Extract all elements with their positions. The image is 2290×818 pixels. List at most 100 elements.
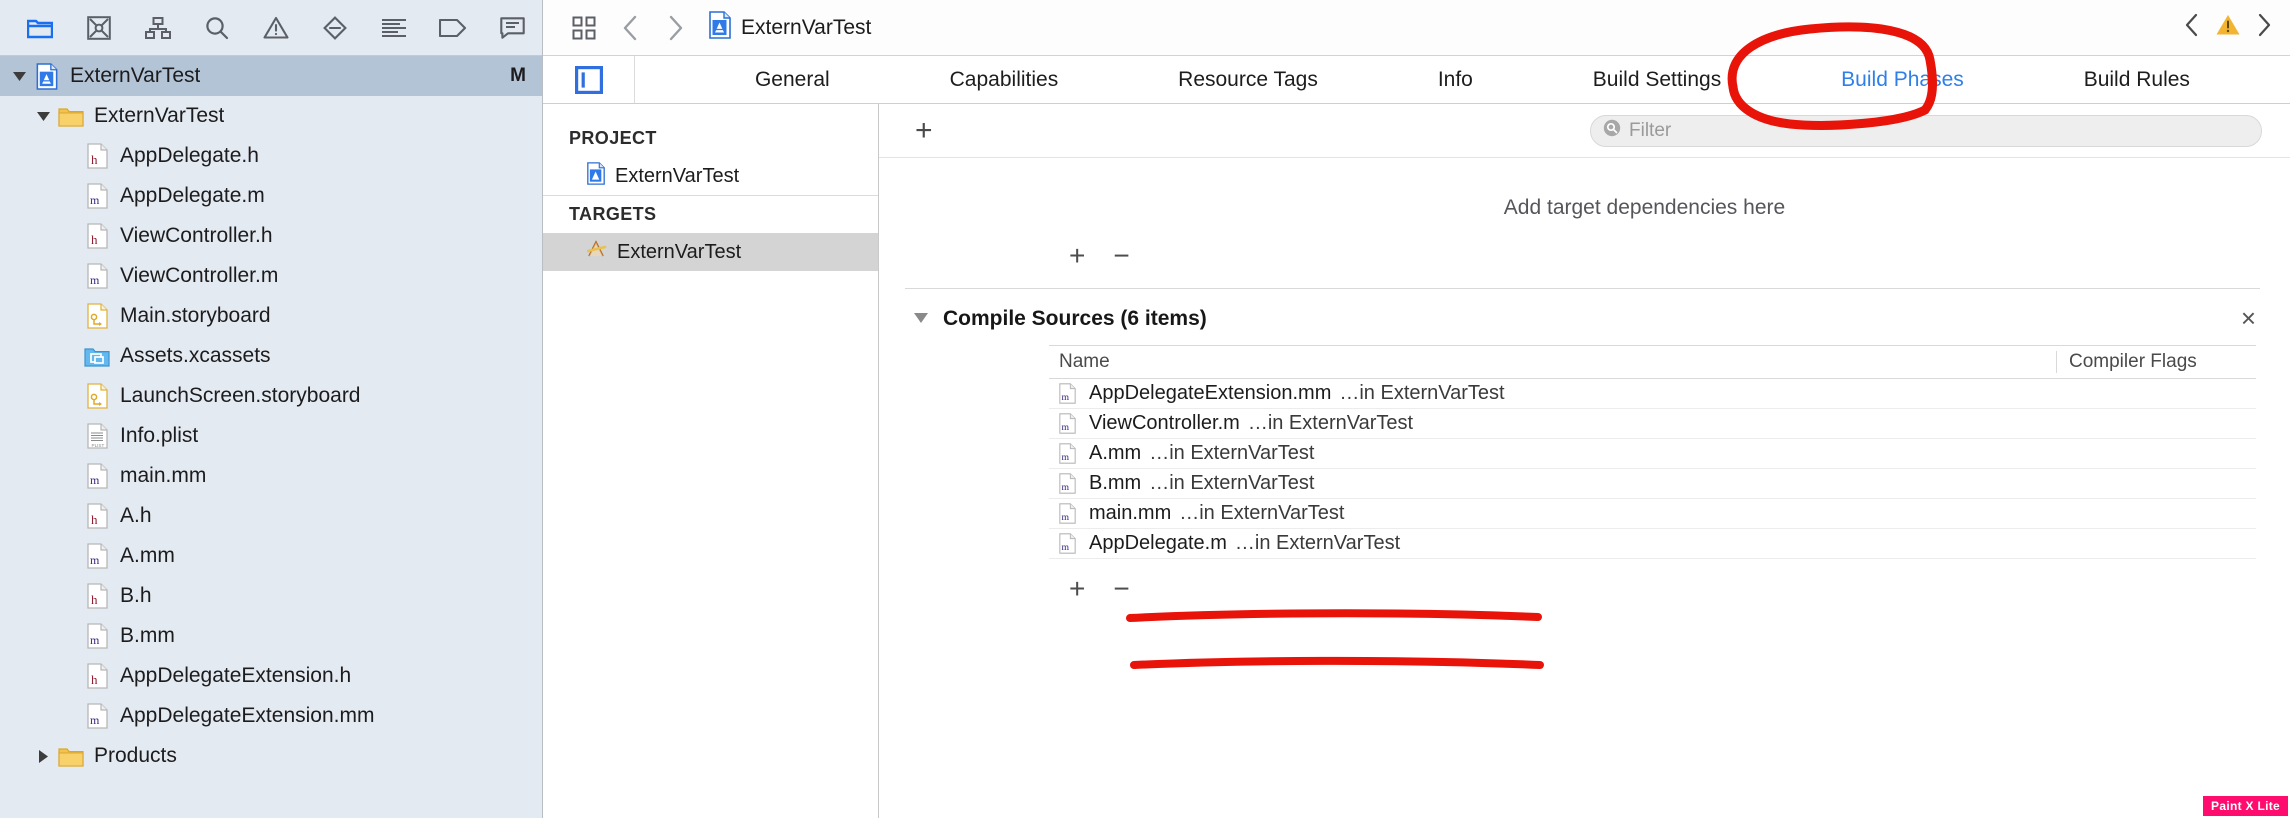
compile-source-row[interactable]: mAppDelegate.m…in ExternVarTest xyxy=(1049,529,2256,559)
navigator-toolbar xyxy=(0,0,542,56)
compile-sources-table-header: Name Compiler Flags xyxy=(1049,345,2256,379)
compile-source-name: B.mm xyxy=(1089,472,1141,495)
tree-row[interactable]: Assets.xcassets xyxy=(0,336,542,376)
compile-source-row[interactable]: mB.mm…in ExternVarTest xyxy=(1049,469,2256,499)
tree-row[interactable]: h AppDelegateExtension.h xyxy=(0,656,542,696)
tree-row[interactable]: PLISTInfo.plist xyxy=(0,416,542,456)
warning-triangle-icon[interactable] xyxy=(246,5,305,51)
project-item-externvartest[interactable]: ExternVarTest xyxy=(543,157,878,195)
compile-source-row[interactable]: mAppDelegateExtension.mm…in ExternVarTes… xyxy=(1049,379,2256,409)
tree-row[interactable]: m B.mm xyxy=(0,616,542,656)
close-phase-icon[interactable]: × xyxy=(2241,303,2256,334)
tree-row[interactable]: mA.mm xyxy=(0,536,542,576)
tab-general[interactable]: General xyxy=(755,68,830,92)
compile-sources-header[interactable]: Compile Sources (6 items) × xyxy=(879,289,2290,345)
report-message-icon[interactable] xyxy=(483,5,542,51)
svg-text:h: h xyxy=(91,592,98,607)
tab-build-phases[interactable]: Build Phases xyxy=(1841,68,1964,92)
filter-input[interactable]: Filter xyxy=(1590,115,2262,147)
tree-row[interactable]: mAppDelegate.m xyxy=(0,176,542,216)
symbol-hierarchy-icon[interactable] xyxy=(128,5,187,51)
disclosure-triangle-closed-icon[interactable] xyxy=(30,749,56,764)
compile-source-name: AppDelegate.m xyxy=(1089,532,1227,555)
svg-text:m: m xyxy=(1061,512,1069,523)
tree-row[interactable]: hAppDelegate.h xyxy=(0,136,542,176)
add-build-phase-button[interactable]: + xyxy=(907,116,941,146)
objc-file-icon: m xyxy=(1059,383,1081,404)
tab-capabilities[interactable]: Capabilities xyxy=(950,68,1059,92)
search-icon[interactable] xyxy=(187,5,246,51)
debug-list-icon[interactable] xyxy=(365,5,424,51)
tab-info[interactable]: Info xyxy=(1438,68,1473,92)
folder-yellow-icon xyxy=(56,106,86,127)
svg-text:h: h xyxy=(91,672,98,687)
tab-build-settings[interactable]: Build Settings xyxy=(1593,68,1721,92)
project-editor-icon[interactable] xyxy=(543,56,635,103)
objc-file-icon: m xyxy=(82,543,112,569)
remove-dependency-button[interactable]: − xyxy=(1113,242,1129,270)
svg-text:m: m xyxy=(1061,452,1069,463)
compile-source-row[interactable]: mViewController.m…in ExternVarTest xyxy=(1049,409,2256,439)
compile-source-row[interactable]: mmain.mm…in ExternVarTest xyxy=(1049,499,2256,529)
add-dependency-button[interactable]: + xyxy=(1069,242,1085,270)
back-button[interactable] xyxy=(607,7,653,49)
editor-top-bar: ExternVarTest xyxy=(543,0,2290,56)
chevron-left-icon[interactable] xyxy=(2184,13,2199,42)
tree-row[interactable]: hA.h xyxy=(0,496,542,536)
tree-row-label: B.mm xyxy=(120,624,175,648)
header-file-icon: h xyxy=(82,663,112,689)
objc-file-icon: m xyxy=(82,263,112,289)
tree-row[interactable]: hViewController.h xyxy=(0,216,542,256)
disclosure-triangle-open-icon[interactable] xyxy=(6,70,32,83)
tree-row[interactable]: LaunchScreen.storyboard xyxy=(0,376,542,416)
tab-build-rules[interactable]: Build Rules xyxy=(2084,68,2190,92)
tree-row-label: AppDelegateExtension.h xyxy=(120,664,351,688)
disclosure-triangle-icon[interactable] xyxy=(913,307,929,331)
objc-file-icon: m xyxy=(1059,503,1081,524)
source-control-icon[interactable] xyxy=(69,5,128,51)
tree-row[interactable]: mAppDelegateExtension.mm xyxy=(0,696,542,736)
warning-triangle-icon[interactable] xyxy=(2215,13,2241,42)
chevron-right-icon[interactable] xyxy=(2257,13,2272,42)
assets-catalog-icon xyxy=(82,346,112,367)
tree-row[interactable]: mmain.mm xyxy=(0,456,542,496)
objc-file-icon: m xyxy=(87,623,108,649)
compile-source-name: A.mm xyxy=(1089,442,1141,465)
tree-row[interactable]: ExternVarTestM xyxy=(0,56,542,96)
tree-row[interactable]: Products xyxy=(0,736,542,776)
editor-area: ExternVarTest General Capabilities Resourc… xyxy=(543,0,2290,818)
test-diamond-icon[interactable] xyxy=(306,5,365,51)
objc-file-icon: m xyxy=(82,623,112,649)
header-file-icon: h xyxy=(87,503,108,529)
tree-row[interactable]: Main.storyboard xyxy=(0,296,542,336)
editor-tabs[interactable]: General Capabilities Resource Tags Info Buil… xyxy=(635,68,2290,92)
assets-catalog-icon xyxy=(84,346,110,367)
tree-row[interactable]: ExternVarTest xyxy=(0,96,542,136)
breadcrumb[interactable]: ExternVarTest xyxy=(709,11,871,45)
tree-row[interactable]: hB.h xyxy=(0,576,542,616)
header-file-icon: h xyxy=(82,503,112,529)
header-file-icon: h xyxy=(82,143,112,169)
objc-file-icon: m xyxy=(82,703,112,729)
project-file-tree[interactable]: ExternVarTestMExternVarTesthAppDelegate.… xyxy=(0,56,542,818)
folder-icon[interactable] xyxy=(10,5,69,51)
tree-row-label: ViewController.m xyxy=(120,264,278,288)
tree-row[interactable]: m ViewController.m xyxy=(0,256,542,296)
compile-source-row[interactable]: mA.mm…in ExternVarTest xyxy=(1049,439,2256,469)
storyboard-file-icon xyxy=(87,383,108,409)
filter-magnifier-icon xyxy=(1603,119,1621,143)
compile-source-location: …in ExternVarTest xyxy=(1149,472,1314,495)
target-item-externvartest[interactable]: ExternVarTest xyxy=(543,233,878,271)
xcode-window: ExternVarTestMExternVarTesthAppDelegate.… xyxy=(0,0,2290,818)
disclosure-triangle-open-icon[interactable] xyxy=(30,110,56,123)
grid-squares-icon[interactable] xyxy=(561,7,607,49)
project-navigator-pane: ExternVarTestMExternVarTesthAppDelegate.… xyxy=(0,0,543,818)
header-file-icon: h xyxy=(87,663,108,689)
remove-source-button[interactable]: − xyxy=(1113,575,1129,603)
add-source-button[interactable]: + xyxy=(1069,575,1085,603)
forward-button[interactable] xyxy=(653,7,699,49)
breakpoint-tag-icon[interactable] xyxy=(424,5,483,51)
tab-resource-tags[interactable]: Resource Tags xyxy=(1178,68,1318,92)
tree-row-label: ViewController.h xyxy=(120,224,273,248)
compile-sources-row-list[interactable]: mAppDelegateExtension.mm…in ExternVarTes… xyxy=(1049,379,2256,559)
